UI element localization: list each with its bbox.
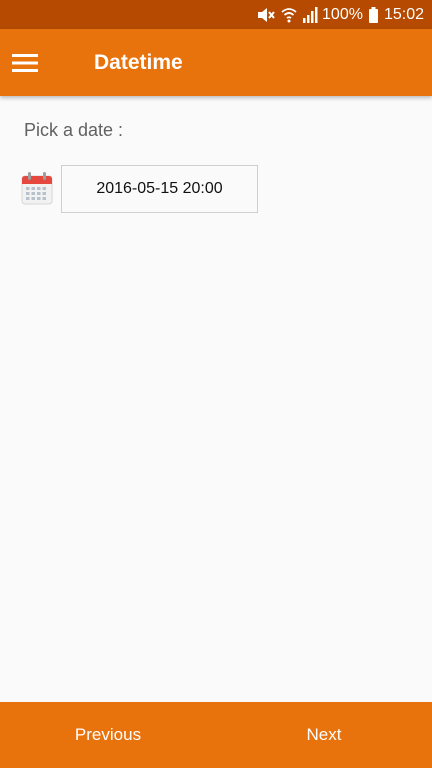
bottom-nav: Previous Next [0,702,432,768]
pick-date-label: Pick a date : [24,120,124,140]
battery-percent: 100% [322,5,363,23]
battery-icon [368,6,378,23]
date-input[interactable]: 2016-05-15 20:00 [61,165,258,213]
next-button[interactable]: Next [216,702,432,768]
status-time: 15:02 [383,5,424,23]
app-bar: Datetime [0,29,432,96]
mute-icon [257,7,275,23]
status-bar: 100% 15:02 [0,0,432,29]
screen: 100% 15:02 Datetime Pick a date : 2016-0… [0,0,432,768]
page-title: Datetime [94,50,183,74]
wifi-icon [281,7,297,23]
hamburger-menu-icon[interactable] [1,39,49,87]
signal-icon [303,6,318,23]
calendar-icon[interactable] [21,171,53,205]
previous-button[interactable]: Previous [0,702,216,768]
